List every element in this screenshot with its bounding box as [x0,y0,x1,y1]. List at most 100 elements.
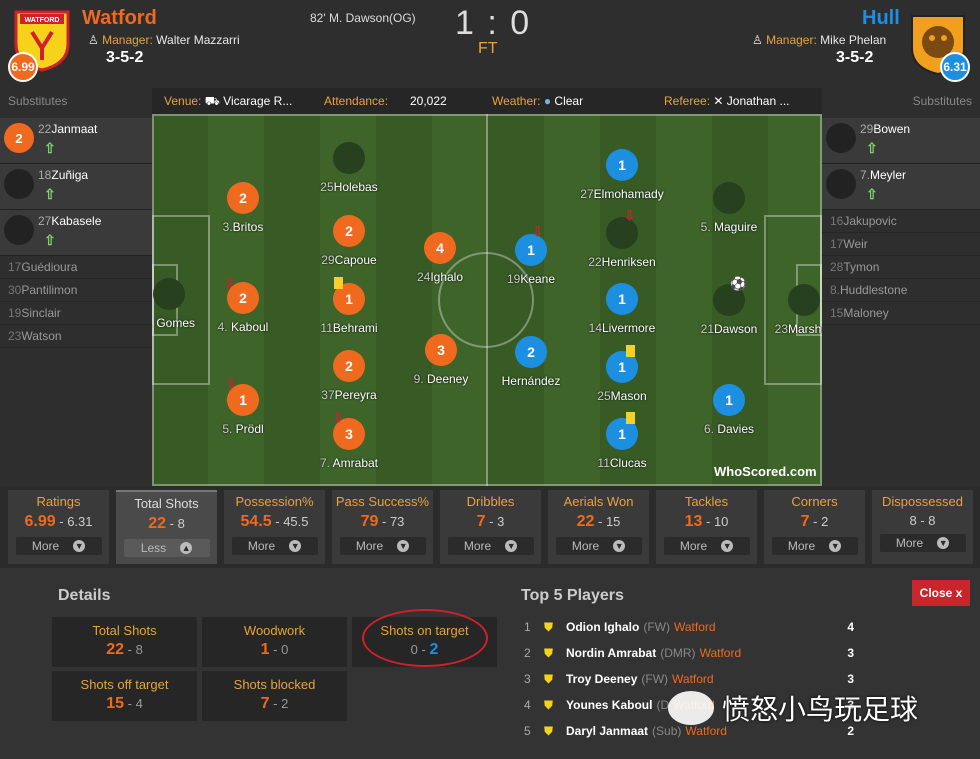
svg-text:WATFORD: WATFORD [25,17,60,24]
away-substitutes-panel: Substitutes 29Bowen ⇧ 7.Meyler ⇧ 16Jakup… [822,88,980,486]
stat-possession[interactable]: Possession% 54.5 - 45.5 More ▼ [224,490,325,564]
top-players-title: Top 5 Players [521,587,624,604]
stat-dispossessed[interactable]: Dispossessed 8 - 8 More ▼ [872,490,973,564]
player-rating [4,215,34,245]
top-player-row[interactable]: 1 ⛊ Odion Ighalo (FW) Watford 4 [524,614,854,640]
sub-player-row[interactable]: 27Kabasele ⇧ [0,210,152,256]
unused-sub-row[interactable]: 30Pantilimon [0,279,152,302]
more-button[interactable]: More ▼ [447,537,534,555]
sub-player-row[interactable]: 2 22Janmaat ⇧ [0,118,152,164]
watford-badge-icon: ⛊ [544,671,554,686]
player-rating: 2 [227,182,259,214]
match-status: FT [478,40,498,57]
less-button[interactable]: Less ▲ [123,539,210,557]
player-name: 7. Amrabat [319,456,379,470]
player-marker[interactable]: 5. Maguire [649,182,809,234]
more-button[interactable]: More ▼ [231,537,318,555]
player-name: 11Clucas [597,456,647,470]
sub-off-arrow-icon: ⇩ [224,276,235,291]
goal-event: 82' M. Dawson(OG) [310,11,416,25]
sub-off-arrow-icon: ⇩ [333,410,344,425]
stats-bar: Ratings 6.99 - 6.31 More ▼ Total Shots 22 - … [0,486,980,568]
away-formation: 3-5-2 [836,49,874,66]
sub-player-row[interactable]: 7.Meyler ⇧ [822,164,980,210]
stat-total-shots[interactable]: Total Shots 22 - 8 Less ▲ [116,490,217,564]
unused-sub-row[interactable]: 19Sinclair [0,302,152,325]
stat-corners[interactable]: Corners 7 - 2 More ▼ [764,490,865,564]
attendance-info: Attendance: [324,94,389,108]
sub-in-arrow-icon: ⇧ [866,186,878,202]
detail-total-shots: Total Shots 22 - 8 [52,617,197,667]
wechat-icon [668,691,714,725]
sub-player-name: 7.Meyler [860,168,907,182]
player-marker[interactable]: 25Holebas [269,142,429,194]
sub-player-row[interactable]: 18Zuñiga ⇧ [0,164,152,210]
stat-ratings[interactable]: Ratings 6.99 - 6.31 More ▼ [8,490,109,564]
manager-name[interactable]: Walter Mazzarri [156,33,240,47]
sub-off-arrow-icon: ⇩ [624,208,635,223]
chevron-down-icon: ▼ [829,540,842,552]
chevron-down-icon: ▼ [613,540,626,552]
stat-aerials-won[interactable]: Aerials Won 22 - 15 More ▼ [548,490,649,564]
home-substitutes-panel: Substitutes 2 22Janmaat ⇧ 18Zuñiga ⇧ 27K… [0,88,152,486]
manager-name[interactable]: Mike Phelan [820,33,886,47]
player-marker[interactable]: 3 7. Amrabat [269,418,429,470]
score: 1 : 0 [455,4,532,42]
yellow-card-icon [626,412,635,424]
stadium-icon: ⛟ [204,94,220,108]
sub-player-name: 29Bowen [860,122,911,136]
player-rating: 1 [606,149,638,181]
player-rating: 1 [606,283,638,315]
match-header: WATFORD 6.99 Watford ♙ Manager: Walter M… [0,0,980,88]
more-button[interactable]: More ▼ [555,537,642,555]
more-button[interactable]: More ▼ [879,534,966,552]
player-marker[interactable]: 1 11Behrami [269,283,429,335]
away-rating-badge: 6.31 [940,52,970,82]
unused-sub-row[interactable]: 23Watson [0,325,152,348]
yellow-card-icon [334,277,343,289]
player-name: 22Henriksen [588,255,656,269]
unused-sub-row[interactable]: 16Jakupovic [822,210,980,233]
stat-tackles[interactable]: Tackles 13 - 10 More ▼ [656,490,757,564]
close-button[interactable]: Close x [912,580,970,606]
details-title: Details [58,587,111,604]
more-button[interactable]: More ▼ [339,537,426,555]
stat-dribbles[interactable]: Dribbles 7 - 3 More ▼ [440,490,541,564]
chevron-down-icon: ▼ [73,540,86,552]
weather-icon: ● [543,94,552,108]
sub-off-arrow-icon: ⇩ [226,376,237,391]
watford-badge-icon: ⛊ [544,619,554,634]
player-marker[interactable]: 1 6. Davies [649,384,809,436]
player-name: 37Pereyra [321,388,377,402]
unused-sub-row[interactable]: 8.Huddlestone [822,279,980,302]
detail-woodwork: Woodwork 1 - 0 [202,617,347,667]
more-button[interactable]: More ▼ [663,537,750,555]
unused-sub-row[interactable]: 17Guédioura [0,256,152,279]
watford-badge-icon: ⛊ [544,723,554,738]
watermark-overlay: 愤怒小鸟玩足球 [668,688,918,728]
chevron-down-icon: ▼ [289,540,302,552]
top-player-row[interactable]: 2 ⛊ Nordin Amrabat (DMR) Watford 3 [524,640,854,666]
manager-icon: ♙ [752,33,763,47]
player-marker[interactable]: 23Marshall [724,284,822,336]
away-team-name[interactable]: Hull [862,7,900,30]
sub-in-arrow-icon: ⇧ [866,140,878,156]
match-info-bar: Venue: ⛟ Vicarage R... Attendance: 20,02… [152,88,822,114]
substitutes-title: Substitutes [912,94,972,108]
more-button[interactable]: More ▼ [771,537,858,555]
player-rating [826,169,856,199]
stat-pass-success[interactable]: Pass Success% 79 - 73 More ▼ [332,490,433,564]
unused-sub-row[interactable]: 28Tymon [822,256,980,279]
highlight-circle [362,609,488,667]
unused-sub-row[interactable]: 17Weir [822,233,980,256]
yellow-card-icon [626,345,635,357]
unused-sub-row[interactable]: 15Maloney [822,302,980,325]
manager-icon: ♙ [88,33,99,47]
home-team-name[interactable]: Watford [82,7,157,30]
sub-player-row[interactable]: 29Bowen ⇧ [822,118,980,164]
whistle-icon: ✕ [713,94,724,108]
player-rating: 1 [713,384,745,416]
chevron-down-icon: ▼ [505,540,518,552]
more-button[interactable]: More ▼ [15,537,102,555]
watford-badge-icon: ⛊ [544,645,554,660]
